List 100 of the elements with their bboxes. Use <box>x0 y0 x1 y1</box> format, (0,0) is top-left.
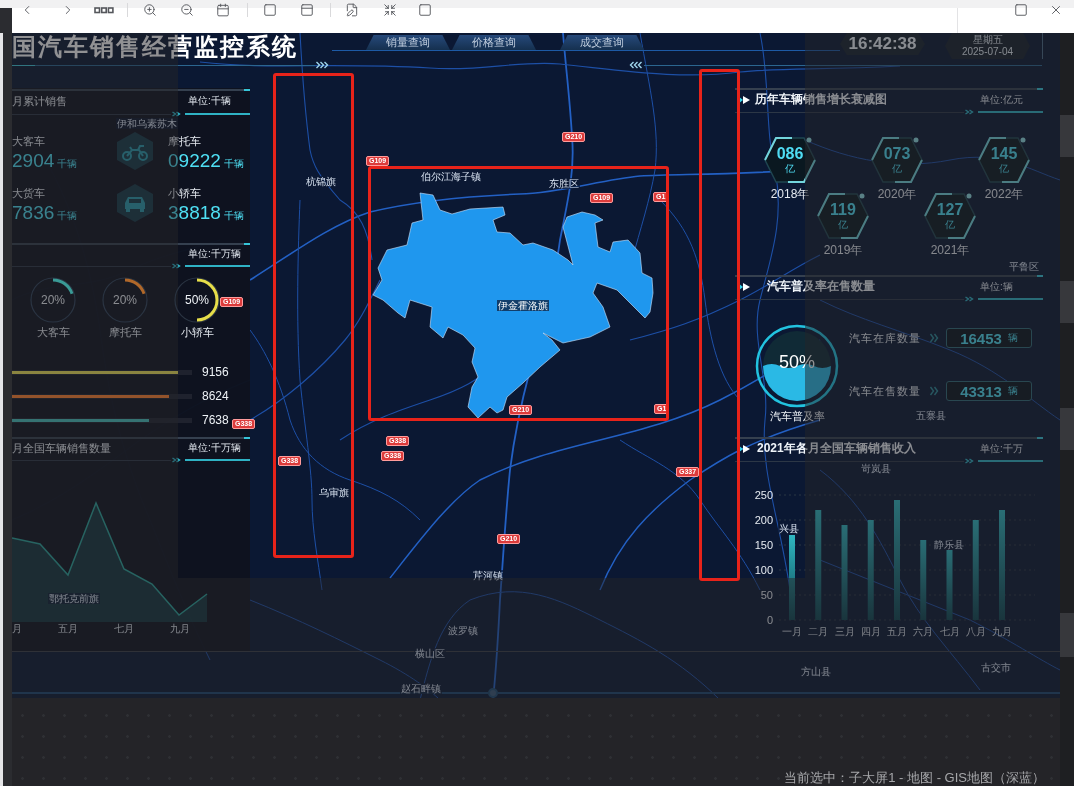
hexagon-frame <box>976 135 1032 185</box>
axis-tick-label: 150 <box>754 539 773 551</box>
zoom-out-icon[interactable] <box>180 3 194 17</box>
gauge-label: 汽车普及率 <box>769 410 825 423</box>
vehicle-type-label: 大货车 <box>12 187 46 200</box>
chevrons-right-icon <box>315 61 330 69</box>
panel-icon[interactable] <box>300 3 314 17</box>
vehicle-type-label: 大客车 <box>12 135 46 148</box>
region-label: 伊金霍洛旗 <box>497 300 549 311</box>
growth-value: 119 <box>830 201 856 219</box>
place-label: 五寨县 <box>915 410 947 421</box>
chevrons-right-icon <box>964 296 975 302</box>
status-text: 当前选中：子大屏1 - 地图 - GIS地图（深蓝） <box>784 770 1045 786</box>
stat-label: 汽车在售数量 <box>849 383 922 399</box>
year-label: 2019年 <box>823 243 863 257</box>
shrink-icon[interactable] <box>383 3 397 17</box>
bar-value: 8624 <box>202 389 229 403</box>
gauge-reading: 50% <box>779 351 815 373</box>
gauge-label: 大客车 <box>36 326 70 339</box>
panel-title: 历年车辆销售增长衰减图 <box>755 91 888 108</box>
place-label: 岢岚县 <box>860 463 892 474</box>
panel-row <box>1060 115 1074 157</box>
unit-label: 单位:千万 <box>980 441 1024 456</box>
year-label: 2018年 <box>770 187 810 201</box>
unit-label: 千辆 <box>57 157 78 171</box>
square-icon[interactable] <box>263 3 277 17</box>
growth-value: 145 <box>990 145 1018 163</box>
unit-label: 单位:千辆 <box>188 94 232 108</box>
close-icon[interactable] <box>1049 3 1063 17</box>
stat-label: 汽车在库数量 <box>849 330 922 346</box>
unit-label: 千辆 <box>223 157 244 171</box>
nav-tab[interactable]: 价格查询 <box>452 35 536 50</box>
chevrons-right-icon <box>964 458 975 464</box>
region-shape[interactable] <box>372 192 654 419</box>
panel-title: 汽车普及率在售数量 <box>767 278 876 295</box>
double-arrow-icon <box>738 444 750 453</box>
calendar-icon[interactable] <box>216 3 230 17</box>
square-icon[interactable] <box>1014 3 1028 17</box>
category-label: 三月 <box>834 626 855 637</box>
stat-value: 2904 <box>12 150 55 171</box>
unit-label: 单位:千万辆 <box>188 441 242 455</box>
chevrons-right-icon <box>964 109 975 115</box>
nav-tab[interactable]: 销量查询 <box>366 35 450 50</box>
unit-label: 单位:亿元 <box>980 92 1024 107</box>
file-edit-icon[interactable] <box>345 3 359 17</box>
chart-bar <box>946 550 953 620</box>
axis-label: 五月 <box>57 622 79 636</box>
chevrons-left-icon <box>629 61 644 69</box>
category-label: 九月 <box>992 626 1012 637</box>
category-label: 五月 <box>887 626 907 637</box>
weekday-text: 星期五 <box>972 34 1003 46</box>
axis-label: 九月 <box>169 622 191 636</box>
gauge-reading: 20% <box>41 293 65 307</box>
unit-label: 辆 <box>1007 331 1018 345</box>
zoom-in-icon[interactable] <box>143 3 157 17</box>
category-label: 八月 <box>965 626 986 637</box>
gauge-reading: 20% <box>113 293 137 307</box>
date-text: 2025-07-04 <box>961 46 1014 58</box>
double-arrow-icon <box>738 95 750 104</box>
stat-value: 09222 <box>168 150 221 171</box>
square-icon[interactable] <box>418 3 432 17</box>
bar-value: 7638 <box>202 413 229 427</box>
unit-label: 亿 <box>892 163 902 175</box>
place-label: 横山区 <box>414 648 446 659</box>
motorcycle-icon <box>115 131 155 171</box>
place-label: 波罗镇 <box>447 625 479 636</box>
chevrons-right-icon <box>171 263 182 269</box>
place-label: 方山县 <box>800 666 832 677</box>
unit-label: 辆 <box>1007 384 1018 398</box>
chevrons-right-icon <box>929 386 940 396</box>
year-label: 2020年 <box>877 187 917 201</box>
chevrons-right-icon <box>171 111 182 117</box>
year-label: 2022年 <box>984 187 1024 201</box>
place-label: 乌审旗 <box>318 487 350 498</box>
category-label: 六月 <box>913 626 934 637</box>
axis-label: 月 <box>12 622 23 636</box>
place-label: 平鲁区 <box>1008 261 1040 272</box>
growth-value: 073 <box>883 145 911 163</box>
growth-value: 086 <box>776 145 804 163</box>
stat-value: 16453 <box>960 329 1002 347</box>
panel-title: 月全国车辆销售数量 <box>12 440 112 456</box>
nav-tab[interactable]: 成交查询 <box>560 35 644 50</box>
unit-label: 亿 <box>945 219 955 231</box>
stat-value: 7836 <box>12 202 55 223</box>
stat-value: 43313 <box>960 382 1002 400</box>
panel-title: 月累计销售 <box>12 93 68 109</box>
unit-label: 千辆 <box>57 209 78 223</box>
place-label: 芹河镇 <box>472 570 504 581</box>
place-label: 伯尔江海子镇 <box>420 171 482 182</box>
bar-value: 9156 <box>202 365 229 379</box>
place-label: 杭锦旗 <box>305 176 337 187</box>
place-label: 东胜区 <box>548 178 580 189</box>
axis-tick-label: 250 <box>754 489 773 501</box>
gauge-label: 小轿车 <box>180 326 214 339</box>
vehicle-type-label: 小轿车 <box>168 187 202 200</box>
hexagon-frame <box>762 135 818 185</box>
unit-label: 单位:千万辆 <box>188 247 242 261</box>
stat-value: 38818 <box>168 202 221 223</box>
category-label: 四月 <box>860 626 881 637</box>
place-label: 静乐县 <box>933 539 965 550</box>
